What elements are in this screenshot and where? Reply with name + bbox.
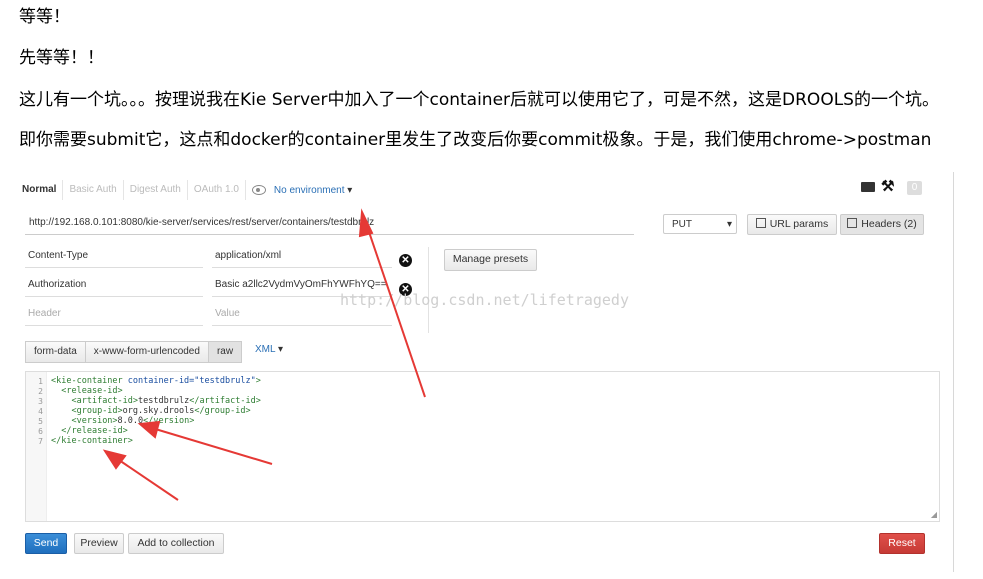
arrowhead-icon bbox=[358, 208, 374, 238]
arrowhead-icon bbox=[137, 420, 161, 439]
annotation-arrows bbox=[102, 208, 426, 501]
red-arrow-release-id bbox=[151, 427, 273, 465]
arrowhead-icon bbox=[102, 449, 127, 470]
red-arrow-url bbox=[366, 225, 426, 398]
red-arrow-kie-container bbox=[115, 457, 179, 501]
